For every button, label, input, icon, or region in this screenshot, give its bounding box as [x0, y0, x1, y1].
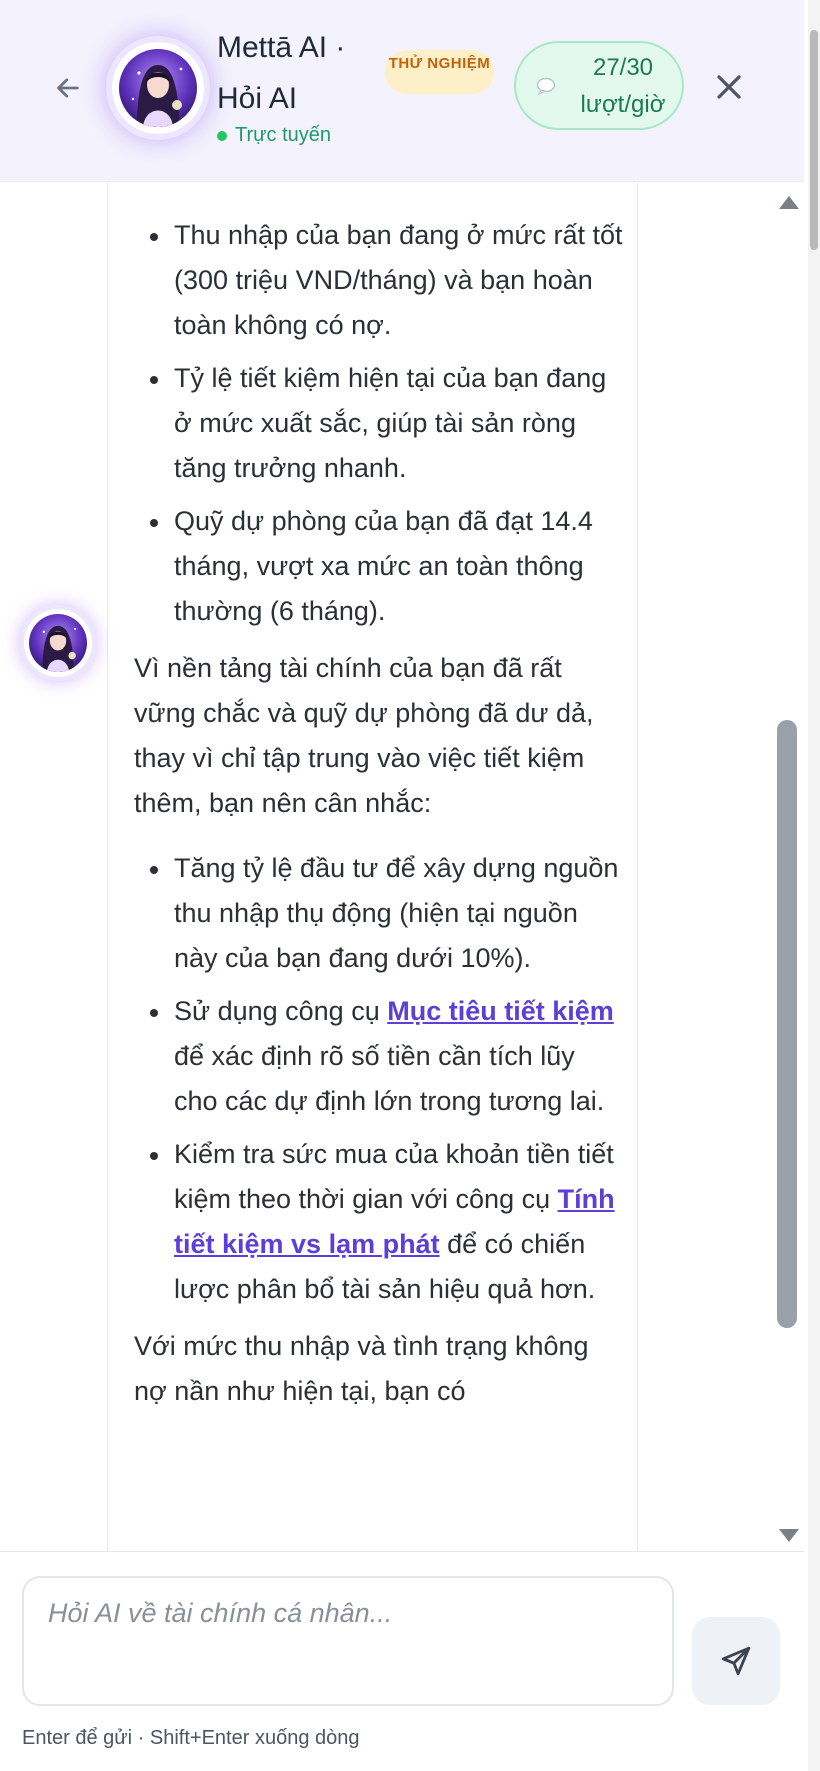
triangle-down-icon[interactable] — [776, 1524, 802, 1546]
composer: Enter để gửi · Shift+Enter xuống dòng — [0, 1551, 804, 1771]
online-status: Trực tuyến — [217, 124, 331, 147]
avatar-image — [119, 49, 197, 127]
message-input[interactable] — [22, 1576, 674, 1706]
list-item: Thu nhập của bạn đang ở mức rất tốt (300… — [134, 213, 624, 348]
beta-badge: THỬ NGHIỆM — [385, 50, 494, 94]
online-dot-icon — [217, 130, 227, 141]
triangle-up-icon[interactable] — [776, 192, 802, 214]
list-item: Sử dụng công cụ Mục tiêu tiết kiệm để xá… — [134, 989, 624, 1124]
quota-label: 27/30 lượt/giờ — [580, 53, 666, 118]
text: Kiểm tra sức mua của khoản tiền tiết kiệ… — [174, 1139, 614, 1214]
scrollbar-thumb[interactable] — [777, 720, 797, 1328]
chat-header: Mettā AI · Hỏi AI Trực tuyến THỬ NGHIỆM … — [0, 0, 804, 182]
savings-goal-link[interactable]: Mục tiêu tiết kiệm — [387, 996, 614, 1026]
quota-pill: 27/30 lượt/giờ — [514, 41, 684, 130]
status-label: Trực tuyến — [235, 124, 332, 146]
chat-bubble-icon — [536, 77, 556, 95]
send-button[interactable] — [692, 1617, 780, 1705]
send-icon — [721, 1646, 751, 1676]
message-list[interactable]: Thu nhập của bạn đang ở mức rất tốt (300… — [0, 183, 804, 1551]
message-avatar — [24, 609, 92, 677]
list-item: Tỷ lệ tiết kiệm hiện tại của bạn đang ở … — [134, 356, 624, 491]
close-icon — [717, 75, 741, 99]
list-item: Tăng tỷ lệ đầu tư để xây dựng nguồn thu … — [134, 846, 624, 981]
assistant-message-text: Thu nhập của bạn đang ở mức rất tốt (300… — [134, 183, 624, 1434]
chat-title: Mettā AI · Hỏi AI — [217, 31, 346, 115]
paragraph: Vì nền tảng tài chính của bạn đã rất vữn… — [134, 653, 594, 818]
paragraph: Với mức thu nhập và tình trạng không nợ … — [134, 1331, 589, 1406]
composer-hint: Enter để gửi · Shift+Enter xuống dòng — [22, 1727, 360, 1749]
list-item: Quỹ dự phòng của bạn đã đạt 14.4 tháng, … — [134, 499, 624, 634]
list-item: Kiểm tra sức mua của khoản tiền tiết kiệ… — [134, 1132, 624, 1312]
avatar-image — [29, 614, 87, 672]
close-button[interactable] — [704, 62, 754, 112]
text: Sử dụng công cụ — [174, 996, 388, 1026]
page-scrollbar-thumb[interactable] — [810, 30, 818, 250]
bullet-list-1: Thu nhập của bạn đang ở mức rất tốt (300… — [134, 183, 624, 634]
text: để xác định rõ số tiền cần tích lũy cho … — [174, 1041, 605, 1116]
arrow-left-icon — [57, 78, 79, 98]
assistant-avatar — [112, 42, 204, 134]
back-button[interactable] — [44, 64, 92, 112]
bullet-list-2: Tăng tỷ lệ đầu tư để xây dựng nguồn thu … — [134, 846, 624, 1312]
page-scrollbar[interactable] — [808, 0, 820, 1771]
